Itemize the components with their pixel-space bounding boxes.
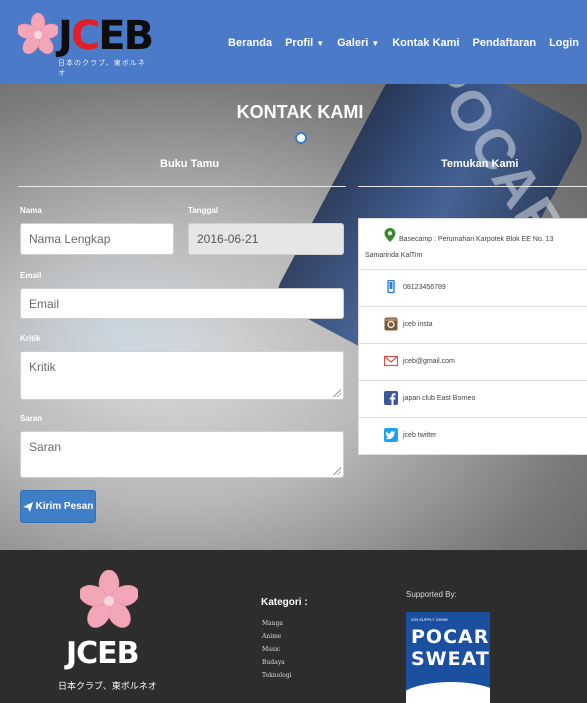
category-link-anime[interactable]: Anime [262, 630, 292, 643]
divider-left [18, 186, 346, 187]
nav-item-beranda[interactable]: Beranda [228, 37, 272, 49]
date-input[interactable]: 2016-06-21 [188, 223, 344, 255]
suggestion-label: Saran [20, 414, 43, 423]
instagram-icon [384, 317, 398, 331]
critique-label: Kritik [20, 334, 41, 343]
footer-category-list: Manga Anime Music Budaya Teknologi [262, 617, 292, 682]
envelope-icon [384, 355, 398, 367]
map-pin-icon [384, 228, 396, 242]
contact-email[interactable]: jceb@gmail.com [359, 344, 587, 381]
category-link-teknologi[interactable]: Teknologi [262, 669, 292, 682]
email-label: Email [20, 271, 42, 280]
date-label: Tanggal [188, 206, 219, 215]
category-link-music[interactable]: Music [262, 643, 292, 656]
sponsor-wave [406, 682, 490, 703]
footer-logo: JCEB [66, 636, 140, 671]
address-line-2: Samarinda KalTim [365, 252, 423, 259]
resize-handle-icon[interactable] [333, 467, 341, 475]
category-link-budaya[interactable]: Budaya [262, 656, 292, 669]
caret-down-icon: ▼ [371, 39, 380, 48]
send-message-label: Kirim Pesan [35, 501, 94, 512]
guestbook-heading: Buku Tamu [160, 158, 220, 170]
nav-item-kontak-kami[interactable]: Kontak Kami [392, 37, 459, 49]
resize-handle-icon[interactable] [333, 389, 341, 397]
sponsor-line-2: SWEAT [411, 648, 490, 670]
contact-twitter[interactable]: jceb twitter [359, 418, 587, 454]
critique-placeholder: Kritik [29, 360, 56, 374]
category-link-manga[interactable]: Manga [262, 617, 292, 630]
instagram-handle[interactable]: jceb insta [403, 321, 433, 328]
main-nav: Beranda Profil ▼ Galeri ▼ Kontak Kami Pend… [215, 37, 579, 49]
title-divider-dot [295, 132, 307, 144]
site-logo[interactable]: JCEB 日本のクラブ、東ボルネオ [18, 12, 154, 77]
phone-number: 08123456789 [403, 284, 446, 291]
sponsor-small-text: ION SUPPLY DRINK [411, 617, 449, 622]
contact-address: Basecamp : Perumahan Karpotek Blok EE No… [359, 219, 587, 270]
twitter-handle[interactable]: jceb twitter [403, 432, 436, 439]
facebook-page[interactable]: japan club East Borneo [403, 395, 475, 402]
divider-right [358, 186, 587, 187]
sponsor-logo-pocari[interactable]: ION SUPPLY DRINK POCARI SWEAT [406, 612, 490, 703]
name-input[interactable]: Nama Lengkap [20, 223, 174, 255]
twitter-icon [384, 428, 398, 442]
paper-plane-icon [22, 501, 33, 512]
contact-phone: 08123456789 [359, 270, 587, 307]
suggestion-textarea[interactable]: Saran [20, 431, 344, 478]
nav-item-pendaftaran[interactable]: Pendaftaran [472, 37, 536, 49]
suggestion-placeholder: Saran [29, 440, 62, 454]
name-label: Nama [20, 206, 42, 215]
address-line-1: Basecamp : Perumahan Karpotek Blok EE No… [399, 236, 554, 243]
mobile-phone-icon [387, 280, 395, 294]
critique-textarea[interactable]: Kritik [20, 351, 344, 400]
contact-info-list: Basecamp : Perumahan Karpotek Blok EE No… [358, 218, 587, 455]
footer-category-title: Kategori : [261, 597, 308, 608]
caret-down-icon: ▼ [316, 39, 325, 48]
footer-sakura-icon [80, 570, 138, 628]
sponsor-line-1: POCARI [411, 626, 490, 648]
supported-by-label: Supported By: [406, 590, 457, 599]
footer-logo-subtitle: 日本クラブ、東ボルネオ [58, 681, 157, 691]
logo-wordmark: JCEB [58, 13, 154, 59]
page-title: KONTAK KAMI [236, 102, 364, 122]
facebook-icon [384, 391, 398, 405]
nav-item-galeri[interactable]: Galeri ▼ [337, 37, 379, 49]
navbar: JCEB 日本のクラブ、東ボルネオ Beranda Profil ▼ Galeri… [0, 0, 587, 84]
email-input[interactable]: Email [20, 288, 344, 319]
nav-item-login[interactable]: Login [549, 37, 579, 49]
nav-item-profil[interactable]: Profil ▼ [285, 37, 324, 49]
logo-subtitle: 日本のクラブ、東ボルネオ [58, 60, 146, 77]
sakura-flower-icon [18, 12, 58, 55]
contact-facebook[interactable]: japan club East Borneo [359, 381, 587, 418]
send-message-button[interactable]: Kirim Pesan [20, 490, 96, 523]
find-us-heading: Temukan Kami [441, 158, 519, 170]
email-address[interactable]: jceb@gmail.com [403, 358, 455, 365]
contact-instagram[interactable]: jceb insta [359, 307, 587, 344]
